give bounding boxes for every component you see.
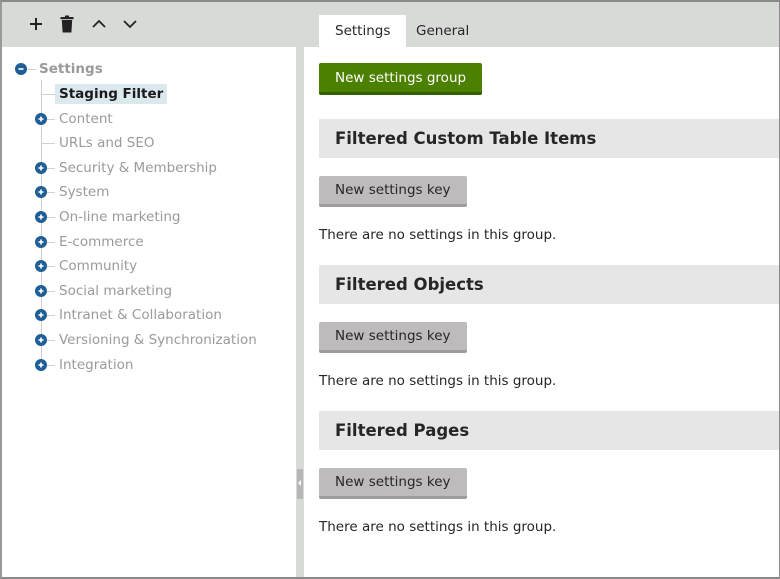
expand-intranet-collaboration-toggle[interactable] (35, 309, 47, 322)
plus-icon (38, 189, 44, 195)
plus-icon (38, 362, 44, 368)
move-up-button[interactable] (87, 12, 111, 36)
tree-pane: Settings Staging Filter Content URLs and S… (2, 2, 296, 577)
tree-connector (28, 69, 36, 70)
empty-group-message: There are no settings in this group. (319, 227, 557, 243)
group-title: Filtered Pages (335, 421, 470, 440)
plus-icon (38, 116, 44, 122)
tree-connector (47, 315, 55, 317)
tree-connector (47, 118, 55, 120)
plus-icon (38, 337, 44, 343)
tree-item-label: On-line marketing (59, 209, 181, 225)
expand-content-toggle[interactable] (35, 112, 47, 125)
expand-versioning-synchronization-toggle[interactable] (35, 334, 47, 346)
tree-root-settings[interactable]: Settings (39, 58, 103, 80)
tree-item-staging-filter[interactable]: Staging Filter (55, 83, 168, 105)
plus-icon (38, 312, 44, 318)
tab-general[interactable]: General (400, 15, 485, 47)
tree-item-on-line-marketing[interactable]: On-line marketing (59, 206, 181, 228)
chevron-down-icon (123, 20, 137, 29)
expand-integration-toggle[interactable] (35, 358, 47, 371)
tree-toolbar (2, 2, 296, 47)
tree-connector (47, 167, 55, 169)
tree-connector (47, 192, 55, 194)
group-title: Filtered Custom Table Items (335, 129, 597, 148)
tree-item-content[interactable]: Content (59, 108, 113, 130)
chevron-up-icon (92, 19, 106, 28)
tree-item-versioning-synchronization[interactable]: Versioning & Synchronization (59, 329, 257, 351)
empty-group-message: There are no settings in this group. (319, 373, 557, 389)
plus-icon (38, 165, 44, 171)
add-button[interactable] (24, 12, 48, 36)
tree-connector (47, 340, 55, 341)
plus-icon (38, 214, 44, 220)
settings-tree: Settings Staging Filter Content URLs and S… (2, 47, 296, 577)
tab-settings[interactable]: Settings (319, 15, 407, 47)
tree-root-label: Settings (39, 61, 103, 77)
expand-social-marketing-toggle[interactable] (35, 284, 47, 297)
tree-item-label: Content (59, 110, 113, 127)
app-window: Settings Staging Filter Content URLs and S… (0, 0, 780, 579)
tree-item-community[interactable]: Community (59, 255, 137, 277)
tree-connector (42, 94, 55, 95)
new-settings-key-button[interactable]: New settings key (319, 322, 467, 353)
tree-item-system[interactable]: System (59, 181, 109, 203)
new-settings-key-button[interactable]: New settings key (319, 176, 467, 207)
new-settings-key-button[interactable]: New settings key (319, 468, 467, 499)
tree-item-urls-and-seo[interactable]: URLs and SEO (59, 132, 155, 154)
tree-item-label: Intranet & Collaboration (59, 307, 222, 324)
group-header-pages: Filtered Pages (319, 411, 779, 450)
plus-icon (30, 18, 42, 30)
tab-settings-label: Settings (335, 23, 391, 39)
tree-item-label: Integration (59, 356, 134, 373)
tree-connector (47, 266, 55, 268)
tree-item-label: System (59, 184, 110, 201)
tab-general-label: General (416, 23, 470, 39)
tree-item-label: E-commerce (59, 233, 144, 250)
empty-group-message: There are no settings in this group. (319, 519, 557, 535)
tree-item-integration[interactable]: Integration (59, 354, 133, 376)
expand-e-commerce-toggle[interactable] (35, 235, 47, 248)
plus-icon (38, 288, 44, 294)
minus-icon (18, 68, 24, 70)
tree-item-label: Security & Membership (59, 159, 217, 176)
pane-splitter[interactable] (296, 47, 304, 577)
tree-item-intranet-collaboration[interactable]: Intranet & Collaboration (59, 304, 222, 326)
group-header-objects: Filtered Objects (319, 265, 779, 304)
plus-icon (38, 263, 44, 269)
tree-item-label: Staging Filter (55, 84, 168, 104)
expand-system-toggle[interactable] (35, 186, 47, 199)
group-header-custom-table-items: Filtered Custom Table Items (319, 119, 779, 158)
tab-bar: Settings General (296, 2, 779, 47)
expand-security-membership-toggle[interactable] (35, 161, 47, 174)
settings-content: New settings group Filtered Custom Table… (304, 47, 779, 577)
trash-icon (60, 15, 74, 33)
splitter-collapse-handle[interactable] (297, 469, 303, 499)
tree-connector (47, 217, 55, 218)
tree-connector (42, 143, 55, 145)
tree-connector (47, 290, 55, 292)
plus-icon (38, 239, 44, 245)
tree-item-label: Versioning & Synchronization (59, 332, 257, 348)
tree-item-label: Social marketing (59, 282, 173, 299)
tree-item-social-marketing[interactable]: Social marketing (59, 280, 172, 302)
tree-connector (47, 241, 55, 243)
tree-item-label: Community (59, 258, 138, 275)
move-down-button[interactable] (118, 12, 142, 36)
expand-on-line-marketing-toggle[interactable] (35, 211, 47, 223)
new-settings-group-button[interactable]: New settings group (319, 63, 483, 95)
tree-item-label: URLs and SEO (59, 135, 155, 152)
delete-button[interactable] (55, 12, 79, 36)
group-title: Filtered Objects (335, 275, 484, 294)
collapse-settings-toggle[interactable] (15, 63, 27, 75)
expand-community-toggle[interactable] (35, 260, 47, 273)
tree-item-e-commerce[interactable]: E-commerce (59, 231, 144, 253)
tree-item-security-membership[interactable]: Security & Membership (59, 157, 217, 179)
tree-connector (47, 364, 55, 366)
